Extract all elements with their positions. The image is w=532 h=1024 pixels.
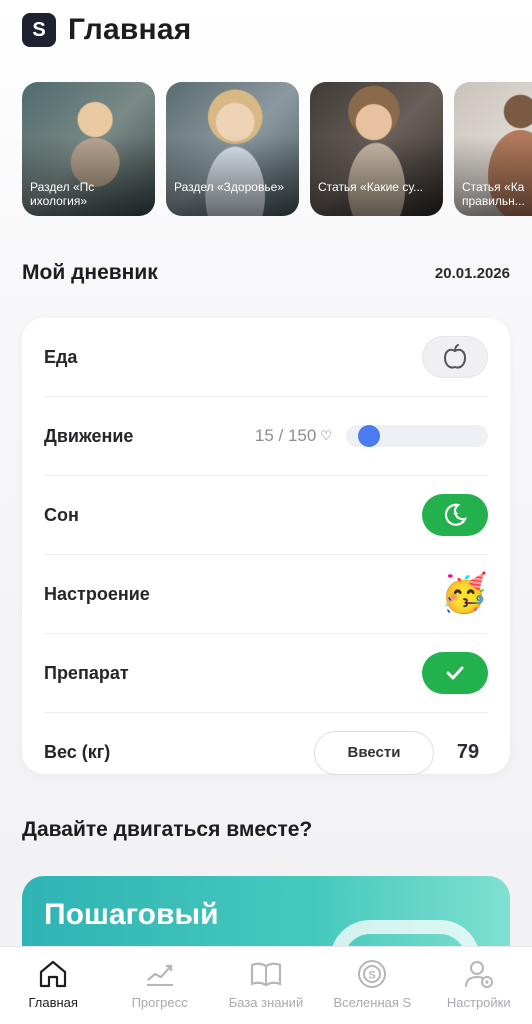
drug-label: Препарат xyxy=(44,662,129,683)
sleep-button[interactable] xyxy=(422,494,488,536)
story-caption: Статья «Ка правильн... xyxy=(462,180,525,208)
party-face-emoji[interactable]: 🥳 xyxy=(441,575,488,613)
home-icon xyxy=(40,960,67,988)
diary-row-movement[interactable]: Движение 15 / 150 ♡ xyxy=(44,397,488,476)
food-label: Еда xyxy=(44,346,78,367)
story-caption: Статья «Какие су... xyxy=(318,180,424,194)
diary-row-sleep[interactable]: Сон xyxy=(44,476,488,555)
tab-progress[interactable]: Прогресс xyxy=(107,957,213,1010)
story-caption: Раздел «Пс ихология» xyxy=(30,180,95,208)
diary-title: Мой дневник xyxy=(22,261,158,284)
food-button[interactable] xyxy=(422,336,488,378)
diary-row-drug[interactable]: Препарат xyxy=(44,634,488,713)
page-header: S Главная xyxy=(22,10,191,50)
steps-counter: 15 / 150 ♡ xyxy=(255,426,332,446)
heart-icon: ♡ xyxy=(320,428,332,443)
book-icon xyxy=(250,962,282,987)
diary-date[interactable]: 20.01.2026 xyxy=(435,265,510,282)
tab-label: Вселенная S xyxy=(333,995,412,1010)
tab-label: База знаний xyxy=(228,995,304,1010)
steps-value: 15 / 150 xyxy=(254,426,317,445)
tab-label: Главная xyxy=(28,995,78,1010)
chart-icon xyxy=(146,964,173,986)
promo-title: Пошаговый xyxy=(44,898,219,931)
stories-carousel[interactable]: Раздел «Пс ихология» Раздел «Здоровье» С… xyxy=(22,82,532,216)
story-card[interactable]: Раздел «Здоровье» xyxy=(166,82,299,216)
tab-label: Прогресс xyxy=(131,995,188,1010)
diary-card: Еда Движение 15 / 150 ♡ Сон Настроение 🥳… xyxy=(22,318,510,775)
weight-label: Вес (кг) xyxy=(44,742,111,762)
moon-icon xyxy=(444,503,467,526)
tab-label: Настройки xyxy=(446,995,511,1010)
sleep-label: Сон xyxy=(44,504,79,525)
check-icon xyxy=(446,666,464,680)
page-title: Главная xyxy=(68,13,192,46)
move-section-title: Давайте двигаться вместе? xyxy=(22,818,313,841)
diary-row-mood[interactable]: Настроение 🥳 xyxy=(44,555,488,634)
story-card[interactable]: Раздел «Пс ихология» xyxy=(22,82,155,216)
apple-icon xyxy=(443,344,467,369)
story-card[interactable]: Статья «Ка правильн... xyxy=(454,82,532,216)
bottom-tab-bar: Главная Прогресс База знаний S Вселенная… xyxy=(0,946,532,1024)
story-caption: Раздел «Здоровье» xyxy=(174,180,284,194)
weight-value: 79 xyxy=(456,741,480,763)
movement-progress-bar xyxy=(346,425,488,447)
tab-home[interactable]: Главная xyxy=(0,957,106,1010)
tab-settings[interactable]: Настройки xyxy=(426,957,532,1010)
app-logo: S xyxy=(22,13,56,47)
progress-knob xyxy=(358,425,380,447)
planet-icon: S xyxy=(358,960,387,988)
movement-label: Движение xyxy=(44,425,134,446)
tab-universe-s[interactable]: S Вселенная S xyxy=(319,957,425,1010)
drug-button[interactable] xyxy=(422,652,488,694)
diary-row-weight[interactable]: Вес (кг) Ввести 79 xyxy=(44,713,488,792)
diary-row-food[interactable]: Еда xyxy=(44,318,488,397)
settings-icon xyxy=(464,961,493,988)
story-card[interactable]: Статья «Какие су... xyxy=(310,82,443,216)
diary-header: Мой дневник 20.01.2026 xyxy=(22,258,510,288)
mood-label: Настроение xyxy=(44,583,150,604)
enter-weight-button[interactable]: Ввести xyxy=(314,730,434,775)
tab-knowledge-base[interactable]: База знаний xyxy=(213,957,319,1010)
svg-text:S: S xyxy=(369,970,376,982)
